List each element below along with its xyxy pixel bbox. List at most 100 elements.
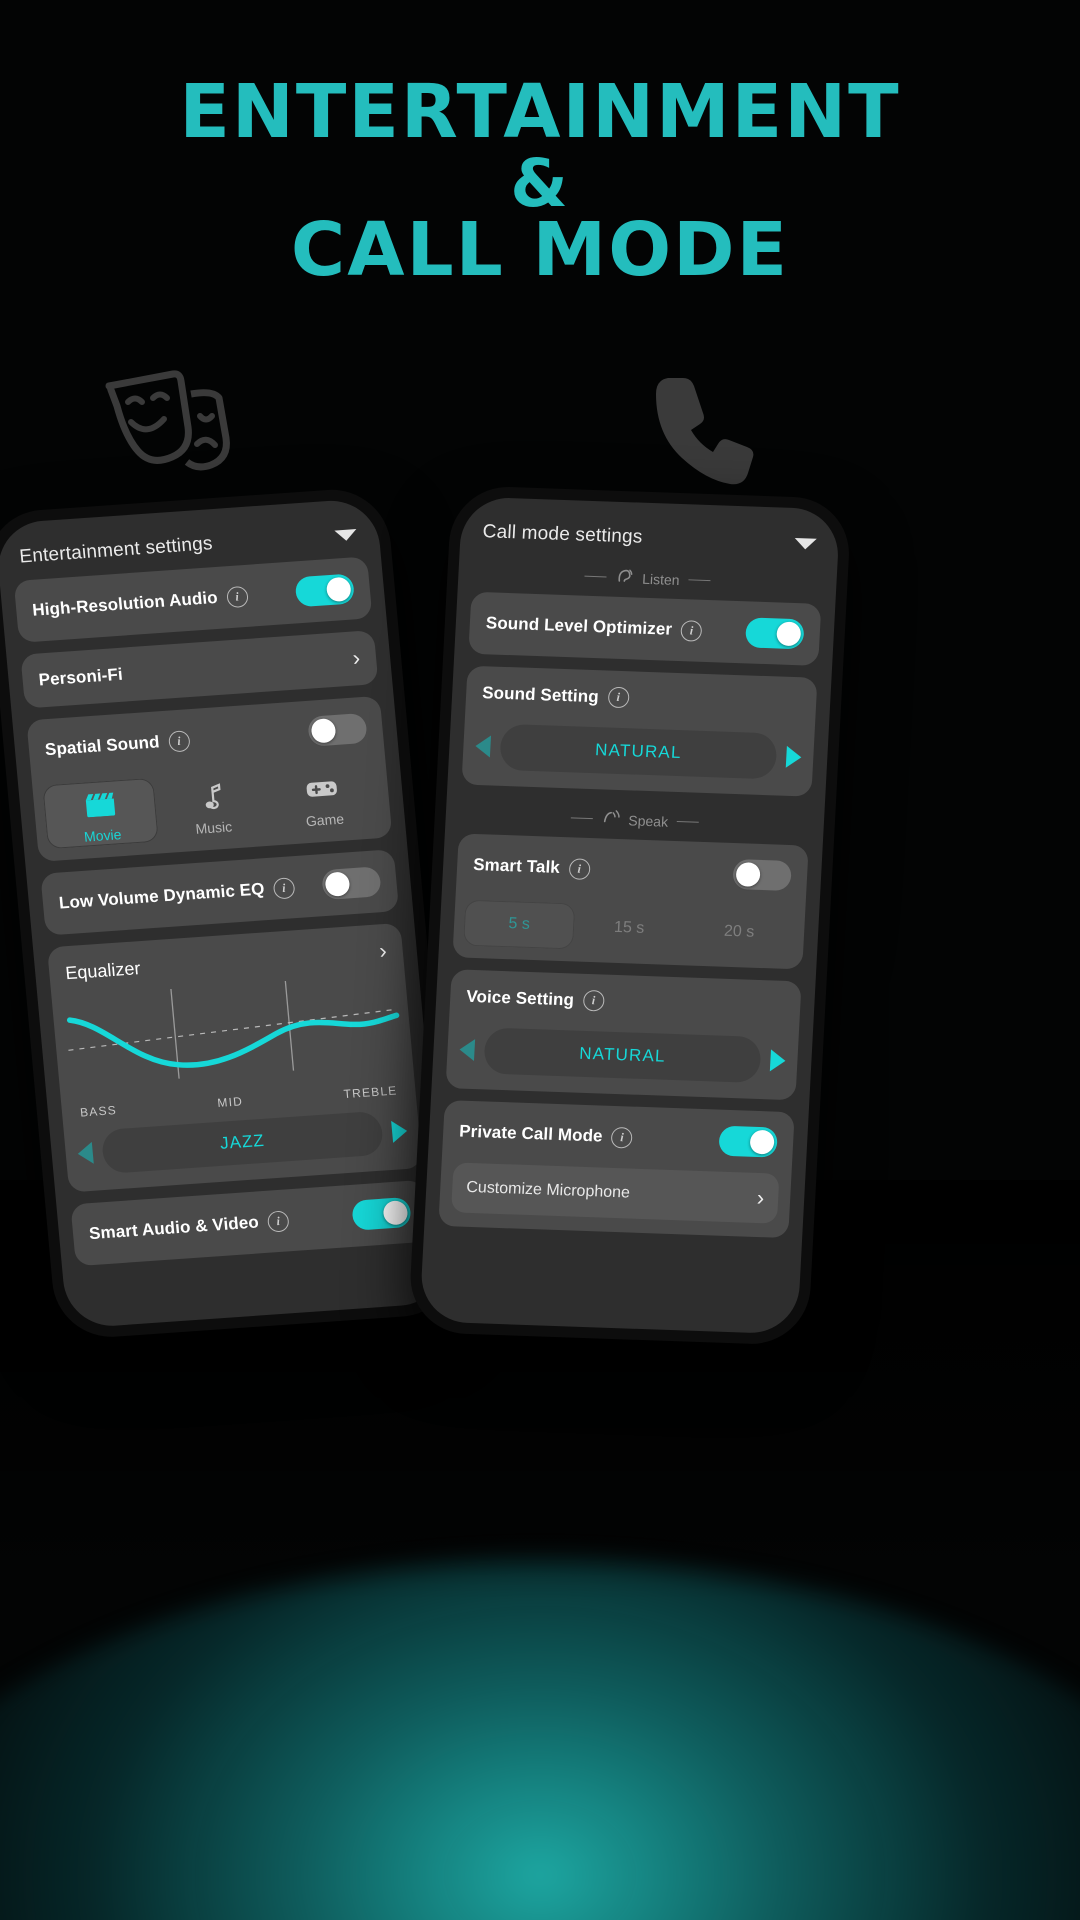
row-sound-level-optimizer-label-group: Sound Level Optimizer i xyxy=(485,613,703,642)
equalizer-axis-treble: TREBLE xyxy=(342,1083,399,1102)
row-sound-setting-label-group: Sound Setting i xyxy=(481,682,630,709)
row-smart-audio-video-label: Smart Audio & Video xyxy=(88,1212,260,1244)
duration-tab-15s[interactable]: 15 s xyxy=(573,904,685,954)
row-low-volume-eq-label-group: Low Volume Dynamic EQ i xyxy=(58,876,296,914)
equalizer-axis-bass: BASS xyxy=(79,1103,118,1120)
info-icon[interactable]: i xyxy=(167,729,191,753)
chevron-right-icon[interactable]: › xyxy=(352,645,362,670)
info-icon[interactable]: i xyxy=(582,989,605,1012)
card-smart-talk: Smart Talk i 5 s 15 s 20 s xyxy=(452,833,809,970)
row-private-call-mode-label: Private Call Mode xyxy=(458,1121,604,1146)
divider-dash-left xyxy=(570,817,593,820)
triangle-left-icon[interactable] xyxy=(458,1038,476,1062)
card-smart-audio-video: Smart Audio & Video i xyxy=(70,1179,430,1267)
music-note-icon xyxy=(199,781,224,812)
mode-tab-game-label: Game xyxy=(305,810,345,830)
card-sound-level-optimizer: Sound Level Optimizer i xyxy=(468,591,822,666)
clapperboard-icon xyxy=(84,789,117,821)
duration-tab-20s[interactable]: 20 s xyxy=(683,907,795,957)
toggle-smart-talk[interactable] xyxy=(732,859,792,892)
sound-setting-value[interactable]: NATURAL xyxy=(499,723,778,780)
card-private-call-mode: Private Call Mode i Customize Microphone… xyxy=(438,1100,795,1239)
page-title: ENTERTAINMENT & CALL MODE xyxy=(0,69,1080,294)
card-spatial-sound: Spatial Sound i Movie Music Game xyxy=(26,695,393,862)
info-icon[interactable]: i xyxy=(266,1209,290,1233)
row-low-volume-eq[interactable]: Low Volume Dynamic EQ i xyxy=(40,849,399,935)
info-icon[interactable]: i xyxy=(568,857,591,880)
toggle-smart-audio-video[interactable] xyxy=(351,1196,412,1231)
headline-line-3: CALL MODE xyxy=(290,207,790,294)
mode-tab-movie[interactable]: Movie xyxy=(42,777,160,850)
chevron-right-icon[interactable]: › xyxy=(756,1185,765,1210)
right-phone-device: Call mode settings Listen Sound Level Op… xyxy=(407,485,852,1346)
toggle-spatial-sound[interactable] xyxy=(307,712,368,747)
toggle-knob xyxy=(382,1200,409,1226)
smart-talk-duration-tabs: 5 s 15 s 20 s xyxy=(452,895,805,969)
equalizer-curve-graph xyxy=(57,969,408,1104)
row-personi-fi[interactable]: Personi-Fi › xyxy=(20,630,378,708)
triangle-right-icon[interactable] xyxy=(391,1119,409,1143)
triangle-left-icon[interactable] xyxy=(76,1141,94,1165)
mode-tab-music[interactable]: Music xyxy=(153,770,270,842)
speak-mic-icon xyxy=(601,809,620,829)
row-sound-setting-label: Sound Setting xyxy=(481,682,600,706)
promo-stage: ENTERTAINMENT & CALL MODE Entertainment … xyxy=(0,0,1080,1920)
card-personi-fi: Personi-Fi › xyxy=(20,630,379,709)
row-smart-talk-label-group: Smart Talk i xyxy=(472,854,591,880)
toggle-high-res-audio[interactable] xyxy=(294,573,356,608)
info-icon[interactable]: i xyxy=(225,585,249,608)
headline-ampersand: & xyxy=(510,144,570,222)
divider-dash-right xyxy=(677,821,700,823)
chevron-down-icon[interactable] xyxy=(794,537,817,550)
card-sound-setting: Sound Setting i NATURAL xyxy=(461,665,818,797)
toggle-low-volume-eq[interactable] xyxy=(321,866,382,901)
call-mode-settings-screen: Call mode settings Listen Sound Level Op… xyxy=(419,496,841,1335)
row-smart-talk-label: Smart Talk xyxy=(472,854,561,877)
row-spatial-sound-label-group: Spatial Sound i xyxy=(44,729,191,761)
toggle-knob xyxy=(324,871,351,897)
mode-tab-game[interactable]: Game xyxy=(264,762,381,834)
info-icon[interactable]: i xyxy=(611,1126,634,1149)
triangle-right-icon[interactable] xyxy=(785,745,802,769)
toggle-knob xyxy=(776,621,802,647)
chevron-down-icon[interactable] xyxy=(334,528,358,542)
row-low-volume-eq-label: Low Volume Dynamic EQ xyxy=(58,879,266,913)
entertainment-panel-title: Entertainment settings xyxy=(18,533,214,568)
row-customize-microphone[interactable]: Customize Microphone › xyxy=(451,1162,780,1224)
card-voice-setting: Voice Setting i NATURAL xyxy=(445,969,802,1101)
toggle-sound-level-optimizer[interactable] xyxy=(744,617,805,650)
row-personi-fi-label: Personi-Fi xyxy=(37,664,124,690)
triangle-right-icon[interactable] xyxy=(769,1049,786,1072)
equalizer-title: Equalizer xyxy=(64,957,142,983)
row-sound-level-optimizer-label: Sound Level Optimizer xyxy=(485,613,673,639)
info-icon[interactable]: i xyxy=(680,619,703,642)
row-smart-audio-video[interactable]: Smart Audio & Video i xyxy=(70,1180,429,1266)
row-voice-setting-label: Voice Setting xyxy=(465,986,575,1009)
divider-listen-label: Listen xyxy=(641,570,681,588)
duration-tab-5s[interactable]: 5 s xyxy=(463,899,576,950)
row-private-call-mode-label-group: Private Call Mode i xyxy=(458,1121,634,1149)
headline-line-1: ENTERTAINMENT xyxy=(179,69,901,155)
toggle-knob xyxy=(325,576,352,603)
row-voice-setting-label-group: Voice Setting i xyxy=(466,986,605,1012)
sound-setting-selector: NATURAL xyxy=(461,719,814,797)
voice-setting-value[interactable]: NATURAL xyxy=(483,1027,762,1084)
row-sound-level-optimizer[interactable]: Sound Level Optimizer i xyxy=(468,592,821,666)
equalizer-axis-mid: MID xyxy=(216,1094,244,1110)
left-phone-device: Entertainment settings High-Resolution A… xyxy=(0,485,461,1341)
info-icon[interactable]: i xyxy=(607,686,630,709)
toggle-knob xyxy=(310,717,337,744)
info-icon[interactable]: i xyxy=(272,876,296,900)
theater-masks-icon xyxy=(95,368,245,493)
toggle-knob xyxy=(735,862,761,887)
mode-tab-music-label: Music xyxy=(194,818,233,837)
gamepad-icon xyxy=(305,773,340,805)
divider-speak-label: Speak xyxy=(628,811,669,830)
divider-dash-left xyxy=(584,575,607,578)
triangle-left-icon[interactable] xyxy=(474,734,492,758)
call-mode-panel-title: Call mode settings xyxy=(482,521,644,548)
chevron-right-icon[interactable]: › xyxy=(378,938,388,963)
toggle-private-call-mode[interactable] xyxy=(718,1125,778,1158)
card-equalizer: Equalizer › BASS MID TREBLE JAZZ xyxy=(46,922,423,1193)
divider-dash-right xyxy=(688,579,711,582)
